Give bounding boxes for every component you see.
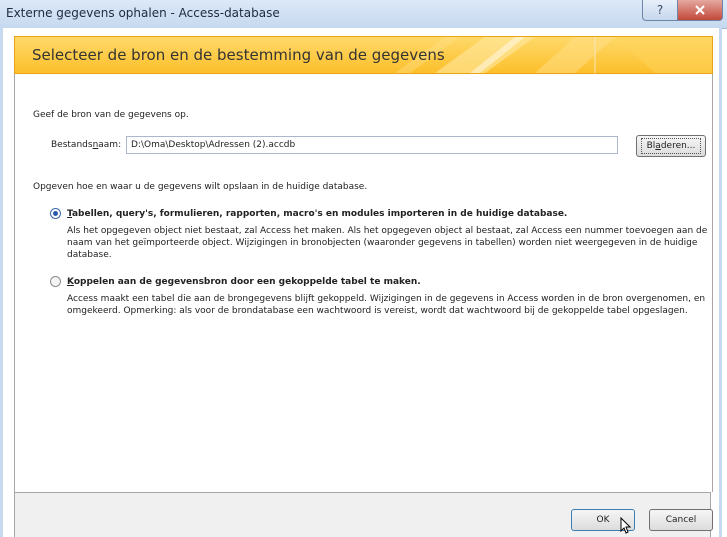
window-controls: ? <box>642 0 723 22</box>
link-option-desc-line-1: Access maakt een tabel die aan de bronge… <box>67 294 706 304</box>
source-instruction: Geef de bron van de gegevens op. <box>33 110 189 120</box>
import-option-label[interactable]: Tabellen, query's, formulieren, rapporte… <box>67 209 567 219</box>
destination-instruction: Opgeven hoe en waar u de gegevens wilt o… <box>33 182 368 192</box>
filename-input[interactable]: D:\Oma\Desktop\Adressen (2).accdb <box>126 136 618 154</box>
filename-value: D:\Oma\Desktop\Adressen (2).accdb <box>131 140 296 150</box>
import-option-desc-line-3: database. <box>67 250 112 260</box>
import-option-desc-line-2: naam van het geïmporteerde object. Wijzi… <box>67 238 698 248</box>
title-bar: Externe gegevens ophalen - Access-databa… <box>0 0 727 29</box>
browse-label: Bladeren... <box>640 138 702 154</box>
link-option-radio[interactable] <box>50 276 61 287</box>
help-button[interactable]: ? <box>642 0 678 21</box>
close-icon <box>695 5 705 15</box>
link-option-label[interactable]: Koppelen aan de gegevensbron door een ge… <box>67 277 421 287</box>
browse-button[interactable]: Bladeren... <box>636 135 706 157</box>
link-option-desc-line-2: omgekeerd. Opmerking: als voor de bronda… <box>67 306 688 316</box>
header-banner: Selecteer de bron en de bestemming van d… <box>14 36 713 74</box>
cancel-button[interactable]: Cancel <box>649 509 713 531</box>
mouse-cursor-icon <box>620 517 632 534</box>
import-option-radio[interactable] <box>50 208 61 219</box>
filename-label: Bestandsnaam: <box>51 140 122 150</box>
import-option-desc-line-1: Als het opgegeven object niet bestaat, z… <box>67 226 708 236</box>
banner-heading: Selecteer de bron en de bestemming van d… <box>32 46 445 64</box>
window-title: Externe gegevens ophalen - Access-databa… <box>6 6 280 20</box>
close-button[interactable] <box>678 0 723 21</box>
